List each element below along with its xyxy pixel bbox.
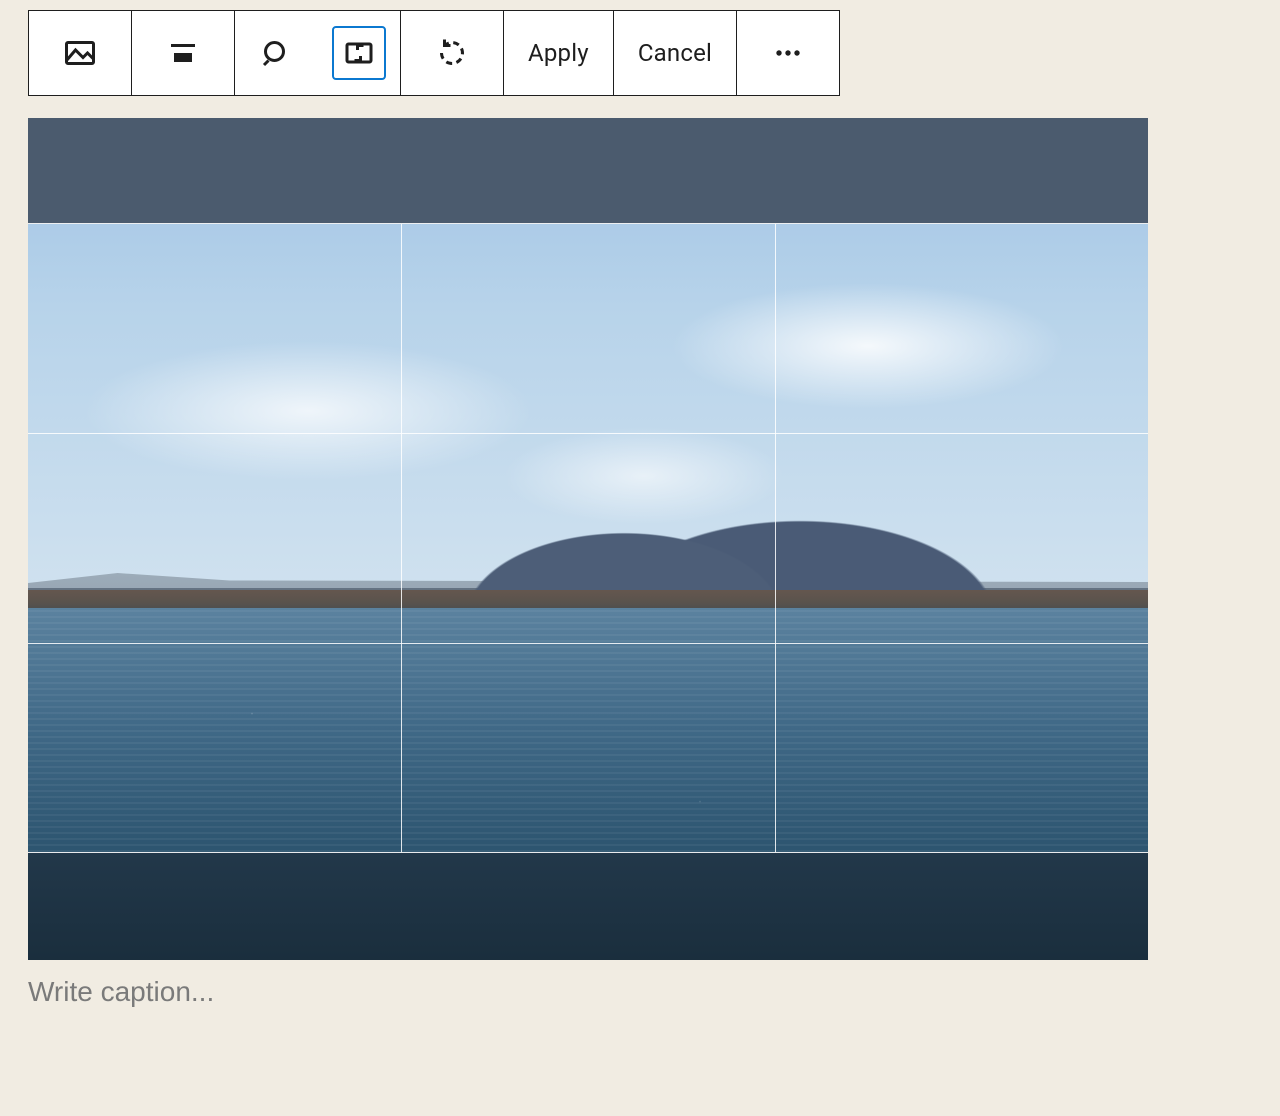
cancel-button[interactable]: Cancel — [614, 11, 737, 95]
more-options-icon — [761, 26, 815, 80]
grid-line — [28, 433, 1148, 434]
crop-matte-top — [28, 118, 1148, 224]
align-button[interactable] — [132, 11, 235, 95]
grid-line — [775, 224, 776, 852]
grid-line — [401, 224, 402, 852]
crop-tools-group — [235, 11, 401, 95]
crop-matte-bottom — [28, 852, 1148, 960]
align-icon — [156, 26, 210, 80]
caption-input[interactable] — [28, 974, 1148, 1010]
apply-button[interactable]: Apply — [504, 11, 614, 95]
crop-frame[interactable] — [28, 224, 1148, 852]
image-crop-canvas[interactable] — [28, 118, 1148, 960]
zoom-button[interactable] — [235, 11, 318, 95]
cancel-label: Cancel — [638, 39, 712, 67]
image-icon — [53, 26, 107, 80]
more-options-button[interactable] — [737, 11, 839, 95]
apply-label: Apply — [528, 39, 589, 67]
block-type-button[interactable] — [29, 11, 132, 95]
aspect-ratio-button[interactable] — [318, 11, 401, 95]
grid-line — [28, 643, 1148, 644]
zoom-icon — [249, 26, 303, 80]
rotate-button[interactable] — [401, 11, 504, 95]
rotate-icon — [425, 26, 479, 80]
aspect-ratio-icon — [332, 26, 386, 80]
caption-area — [28, 974, 1148, 1010]
block-toolbar: Apply Cancel — [28, 10, 840, 96]
